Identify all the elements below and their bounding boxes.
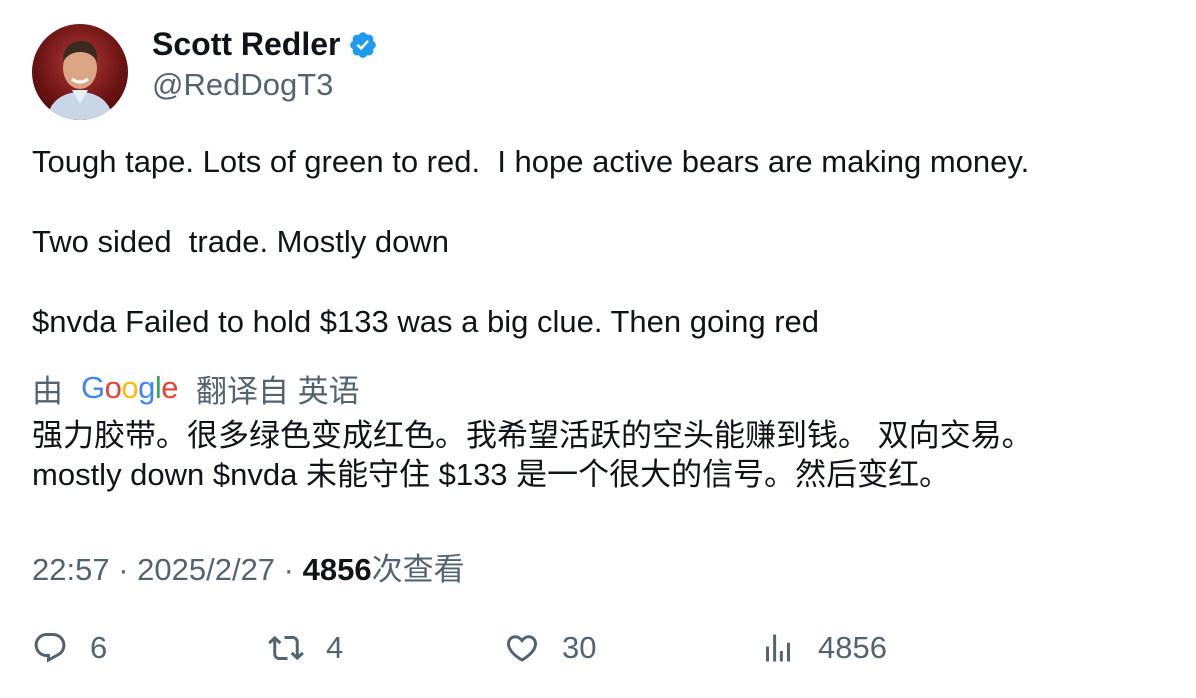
author-handle[interactable]: @RedDogT3	[152, 67, 378, 103]
heart-icon	[506, 635, 538, 662]
retweet-button[interactable]: 4	[268, 630, 343, 666]
tweet-header: Scott Redler @RedDogT3	[32, 24, 378, 120]
tweet-date[interactable]: 2025/2/27	[137, 552, 275, 587]
reply-button[interactable]: 6	[32, 630, 107, 666]
verified-badge-icon[interactable]	[348, 30, 378, 60]
google-logo: Google	[81, 370, 179, 405]
retweet-count: 4	[326, 630, 344, 665]
views-button[interactable]: 4856	[760, 630, 887, 666]
retweet-icon	[268, 635, 304, 661]
translation-attribution[interactable]: 由 Google 翻译自 英语	[32, 368, 360, 409]
reply-icon	[34, 633, 66, 663]
like-count: 30	[562, 630, 597, 665]
translated-text-line-2: mostly down $nvda 未能守住 $133 是一个很大的信号。然后变…	[32, 457, 951, 492]
meta-separator: ·	[109, 552, 138, 587]
avatar-portrait	[46, 41, 114, 120]
tweet-time[interactable]: 22:57	[32, 552, 110, 587]
views-count: 4856	[302, 552, 372, 587]
views-label: 次查看	[371, 552, 465, 587]
author-display-name[interactable]: Scott Redler	[152, 26, 340, 63]
avatar[interactable]	[32, 24, 128, 120]
meta-separator: ·	[275, 552, 303, 587]
tweet-meta: 22:57 · 2025/2/27 · 4856次查看	[32, 544, 465, 589]
translated-text: 强力胶带。很多绿色变成红色。我希望活跃的空头能赚到钱。 双向交易。 mostly…	[32, 416, 1162, 494]
views-action-count: 4856	[818, 630, 887, 665]
translated-text-line-1: 强力胶带。很多绿色变成红色。我希望活跃的空头能赚到钱。 双向交易。	[32, 418, 1033, 453]
translation-from-label: 翻译自 英语	[196, 373, 360, 409]
bar-chart-icon	[766, 634, 790, 662]
reply-count: 6	[90, 630, 108, 665]
like-button[interactable]: 30	[504, 630, 596, 666]
action-bar: 6 4 30 4856	[32, 630, 1162, 674]
translation-by-label: 由	[32, 373, 63, 409]
tweet-text: Tough tape. Lots of green to red. I hope…	[32, 144, 1030, 339]
